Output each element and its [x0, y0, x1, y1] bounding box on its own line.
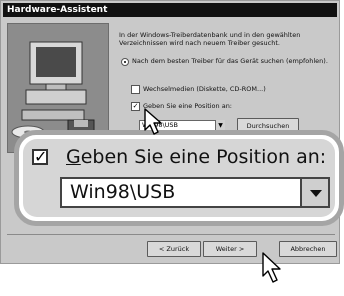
zoom-label-accelerator: G [66, 146, 81, 168]
mouse-cursor-next-icon [262, 252, 281, 283]
best-driver-radio[interactable] [121, 58, 129, 66]
zoom-location-input[interactable]: Win98\USB [60, 177, 330, 208]
back-button[interactable]: < Zurück [147, 241, 201, 257]
footer-divider [7, 234, 335, 235]
specify-location-checkbox[interactable]: ✓ [131, 102, 140, 111]
zoom-dropdown-arrow-icon[interactable] [300, 179, 328, 206]
window-title: Hardware-Assistent [7, 5, 108, 15]
next-button[interactable]: Weiter > [203, 241, 257, 257]
zoom-label-rest: eben Sie eine Position an: [80, 146, 327, 168]
zoom-specify-location-label: Geben Sie eine Position an: [66, 144, 326, 170]
intro-text: In der Windows-Treiberdatenbank und in d… [119, 31, 301, 47]
best-driver-label: Nach dem besten Treiber für das Gerät su… [132, 57, 328, 65]
mouse-cursor-icon [144, 108, 162, 135]
cancel-button[interactable]: Abbrechen [279, 241, 337, 257]
removable-media-checkbox[interactable] [131, 85, 140, 94]
title-bar: Hardware-Assistent [3, 3, 337, 17]
zoom-specify-location-checkbox[interactable]: ✓ [32, 149, 48, 165]
removable-media-label: Wechselmedien (Diskette, CD-ROM...) [143, 85, 266, 93]
